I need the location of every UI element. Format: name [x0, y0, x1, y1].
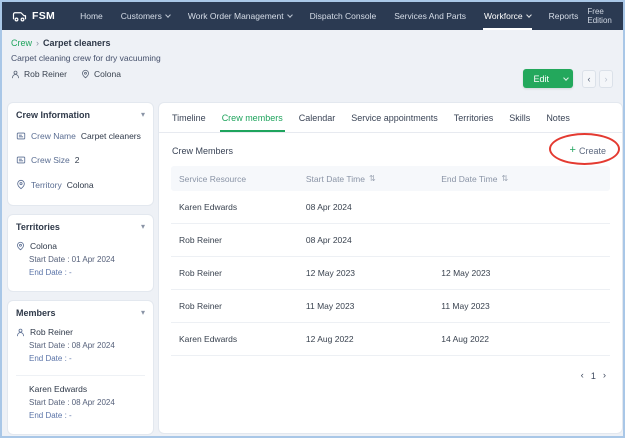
table-row[interactable]: Karen Edwards 12 Aug 2022 14 Aug 2022: [171, 323, 610, 356]
column-end-date-time: End Date Time ⇅: [441, 174, 602, 184]
nav-work-order-management[interactable]: Work Order Management: [179, 2, 301, 30]
table-row[interactable]: Karen Edwards 08 Apr 2024: [171, 191, 610, 224]
chevron-down-icon: [563, 75, 569, 81]
breadcrumb-crew-link[interactable]: Crew: [11, 38, 32, 48]
territory-name: Colona: [94, 69, 121, 79]
edit-dropdown-button[interactable]: [559, 69, 573, 88]
page-title: Carpet cleaners: [43, 38, 111, 48]
member-end-date: End Date : -: [29, 354, 145, 367]
nav-services-and-parts[interactable]: Services And Parts: [385, 2, 475, 30]
chevron-down-icon: [165, 12, 171, 18]
sort-icon[interactable]: ⇅: [369, 174, 376, 183]
member-end-date: End Date : -: [29, 411, 145, 424]
crew-name-field: Crew Name Carpet cleaners: [16, 124, 145, 148]
fsm-logo-icon: [12, 10, 27, 23]
sort-icon[interactable]: ⇅: [501, 174, 508, 183]
breadcrumb-separator-icon: ›: [36, 38, 39, 48]
table-row[interactable]: Rob Reiner 08 Apr 2024: [171, 224, 610, 257]
panel-title: Territories: [16, 222, 60, 232]
crew-members-section-header: Crew Members + Create: [159, 133, 622, 166]
tab-territories[interactable]: Territories: [446, 103, 502, 132]
member-start-date: Start Date : 08 Apr 2024: [29, 341, 145, 350]
user-icon: [11, 70, 20, 79]
territory-start-date: Start Date : 01 Apr 2024: [29, 255, 145, 264]
crew-owner: Rob Reiner: [11, 69, 67, 79]
brand-name: FSM: [32, 10, 55, 22]
territories-panel: Territories ▾ Colona Start Date : 01 Apr…: [7, 214, 154, 292]
app-window: FSM Home Customers Work Order Management…: [0, 0, 625, 438]
column-start-date-time: Start Date Time ⇅: [306, 174, 441, 184]
plus-icon: +: [570, 145, 576, 156]
main-content: Timeline Crew members Calendar Service a…: [158, 102, 623, 434]
chevron-down-icon: [526, 12, 532, 18]
previous-record-button[interactable]: ‹: [582, 70, 596, 88]
crew-information-panel: Crew Information ▾ Crew Name Carpet clea…: [7, 102, 154, 206]
header-controls: Edit ‹ ›: [523, 69, 613, 88]
member-list-item: Rob Reiner Start Date : 08 Apr 2024 End …: [16, 322, 145, 369]
chevron-down-icon: [287, 12, 293, 18]
nav-workforce[interactable]: Workforce: [475, 2, 540, 30]
field-card-icon: [16, 131, 26, 141]
map-pin-icon: [16, 241, 25, 251]
record-navigation: ‹ ›: [582, 70, 613, 88]
crew-description: Carpet cleaning crew for dry vacuuming: [11, 53, 613, 63]
page-previous-icon[interactable]: ‹: [581, 370, 584, 381]
nav-reports[interactable]: Reports: [540, 2, 588, 30]
panel-title: Crew Information: [16, 110, 90, 120]
tab-skills[interactable]: Skills: [501, 103, 538, 132]
crew-size-field: Crew Size 2: [16, 148, 145, 172]
nav-customers[interactable]: Customers: [112, 2, 179, 30]
nav-dispatch-console[interactable]: Dispatch Console: [301, 2, 386, 30]
territory-end-date: End Date : -: [29, 268, 145, 281]
members-panel: Members ▾ Rob Reiner Start Date : 08 Apr…: [7, 300, 154, 435]
territory-field: Territory Colona: [16, 172, 145, 197]
tab-calendar[interactable]: Calendar: [291, 103, 344, 132]
field-card-icon: [16, 155, 26, 165]
left-sidebar: Crew Information ▾ Crew Name Carpet clea…: [7, 102, 154, 438]
current-page-number: 1: [591, 371, 596, 381]
panel-title: Members: [16, 308, 56, 318]
owner-name: Rob Reiner: [24, 69, 67, 79]
tab-notes[interactable]: Notes: [538, 103, 578, 132]
record-header: Crew › Carpet cleaners Carpet cleaning c…: [2, 30, 623, 98]
table-row[interactable]: Rob Reiner 12 May 2023 12 May 2023: [171, 257, 610, 290]
collapse-panel-icon[interactable]: ▾: [141, 223, 145, 231]
user-icon: [16, 328, 25, 337]
fsm-logo[interactable]: FSM: [12, 2, 55, 30]
tab-service-appointments[interactable]: Service appointments: [343, 103, 446, 132]
page-next-icon[interactable]: ›: [603, 370, 606, 381]
table-pagination: ‹ 1 ›: [159, 356, 622, 381]
column-service-resource: Service Resource: [179, 174, 306, 184]
tab-timeline[interactable]: Timeline: [164, 103, 214, 132]
detail-tabs: Timeline Crew members Calendar Service a…: [159, 103, 622, 133]
crew-members-table: Service Resource Start Date Time ⇅ End D…: [171, 166, 610, 356]
collapse-panel-icon[interactable]: ▾: [141, 309, 145, 317]
territory-list-item: Colona Start Date : 01 Apr 2024 End Date…: [16, 236, 145, 283]
crew-territory: Colona: [81, 69, 121, 79]
next-record-button[interactable]: ›: [599, 70, 613, 88]
edit-button[interactable]: Edit: [523, 69, 559, 88]
create-button[interactable]: + Create: [570, 145, 606, 156]
tab-crew-members[interactable]: Crew members: [214, 103, 291, 132]
breadcrumb: Crew › Carpet cleaners: [11, 38, 613, 48]
map-pin-icon: [81, 69, 90, 79]
section-title: Crew Members: [172, 146, 233, 156]
nav-home[interactable]: Home: [71, 2, 112, 30]
edit-split-button: Edit: [523, 69, 573, 88]
table-row[interactable]: Rob Reiner 11 May 2023 11 May 2023: [171, 290, 610, 323]
map-pin-icon: [16, 179, 26, 190]
table-header-row: Service Resource Start Date Time ⇅ End D…: [171, 166, 610, 191]
top-navigation: FSM Home Customers Work Order Management…: [2, 2, 623, 30]
member-list-item: Karen Edwards Start Date : 08 Apr 2024 E…: [16, 375, 145, 426]
main-menu: Home Customers Work Order Management Dis…: [71, 2, 587, 30]
topnav-right: Free Edition · Upgrade +: [587, 2, 625, 30]
member-start-date: Start Date : 08 Apr 2024: [29, 398, 145, 407]
edition-label: Free Edition: [587, 7, 619, 25]
collapse-panel-icon[interactable]: ▾: [141, 111, 145, 119]
